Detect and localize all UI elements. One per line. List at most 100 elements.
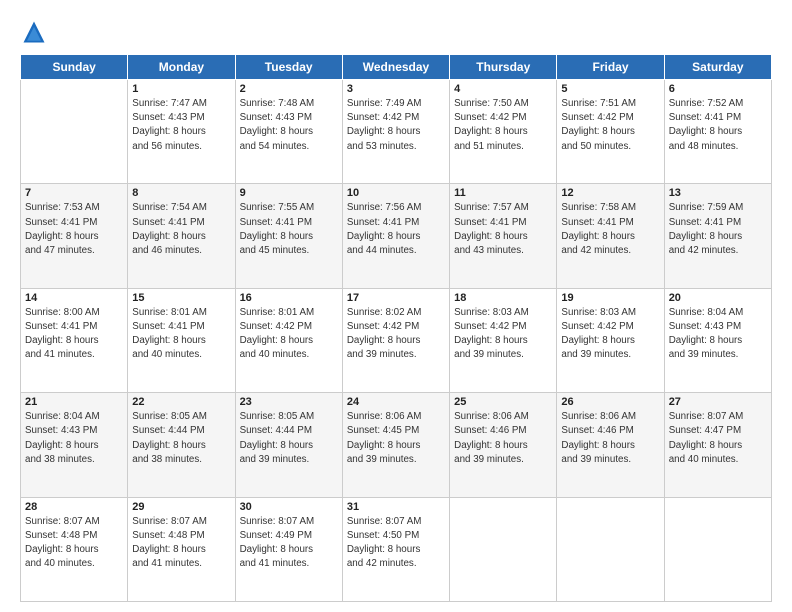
day-info: Sunrise: 8:02 AM Sunset: 4:42 PM Dayligh… — [347, 306, 445, 363]
calendar-day-cell: 20 Sunrise: 8:04 AM Sunset: 4:43 PM Dayli… — [664, 288, 771, 392]
page: SundayMondayTuesdayWednesdayThursdayFrid… — [0, 0, 792, 612]
day-info: Sunrise: 8:04 AM Sunset: 4:43 PM Dayligh… — [669, 306, 767, 363]
day-number: 23 — [240, 396, 338, 408]
day-info: Sunrise: 8:07 AM Sunset: 4:50 PM Dayligh… — [347, 515, 445, 572]
day-info: Sunrise: 7:52 AM Sunset: 4:41 PM Dayligh… — [669, 97, 767, 154]
calendar-day-cell: 18 Sunrise: 8:03 AM Sunset: 4:42 PM Dayli… — [450, 288, 557, 392]
calendar-table: SundayMondayTuesdayWednesdayThursdayFrid… — [20, 54, 772, 602]
day-number: 2 — [240, 83, 338, 95]
day-info: Sunrise: 7:57 AM Sunset: 4:41 PM Dayligh… — [454, 201, 552, 258]
calendar-day-cell: 7 Sunrise: 7:53 AM Sunset: 4:41 PM Daylig… — [21, 184, 128, 288]
calendar-day-cell: 8 Sunrise: 7:54 AM Sunset: 4:41 PM Daylig… — [128, 184, 235, 288]
day-of-week-header: Monday — [128, 55, 235, 80]
day-info: Sunrise: 8:07 AM Sunset: 4:48 PM Dayligh… — [132, 515, 230, 572]
day-of-week-header: Sunday — [21, 55, 128, 80]
calendar-day-cell: 9 Sunrise: 7:55 AM Sunset: 4:41 PM Daylig… — [235, 184, 342, 288]
day-info: Sunrise: 7:53 AM Sunset: 4:41 PM Dayligh… — [25, 201, 123, 258]
day-number: 10 — [347, 187, 445, 199]
day-number: 17 — [347, 292, 445, 304]
calendar-day-cell: 15 Sunrise: 8:01 AM Sunset: 4:41 PM Dayli… — [128, 288, 235, 392]
day-info: Sunrise: 8:05 AM Sunset: 4:44 PM Dayligh… — [240, 410, 338, 467]
day-info: Sunrise: 7:59 AM Sunset: 4:41 PM Dayligh… — [669, 201, 767, 258]
calendar-day-cell: 31Sunrise: 8:07 AM Sunset: 4:50 PM Dayli… — [342, 497, 449, 601]
day-number: 14 — [25, 292, 123, 304]
calendar-day-cell: 10Sunrise: 7:56 AM Sunset: 4:41 PM Dayli… — [342, 184, 449, 288]
calendar-day-cell: 19 Sunrise: 8:03 AM Sunset: 4:42 PM Dayli… — [557, 288, 664, 392]
day-number: 19 — [561, 292, 659, 304]
day-number: 18 — [454, 292, 552, 304]
calendar-day-cell: 17 Sunrise: 8:02 AM Sunset: 4:42 PM Dayli… — [342, 288, 449, 392]
day-number: 22 — [132, 396, 230, 408]
day-info: Sunrise: 8:04 AM Sunset: 4:43 PM Dayligh… — [25, 410, 123, 467]
day-info: Sunrise: 8:06 AM Sunset: 4:46 PM Dayligh… — [561, 410, 659, 467]
calendar-header-row: SundayMondayTuesdayWednesdayThursdayFrid… — [21, 55, 772, 80]
day-number: 8 — [132, 187, 230, 199]
day-info: Sunrise: 8:03 AM Sunset: 4:42 PM Dayligh… — [454, 306, 552, 363]
calendar-day-cell — [557, 497, 664, 601]
calendar-day-cell — [664, 497, 771, 601]
day-info: Sunrise: 8:06 AM Sunset: 4:45 PM Dayligh… — [347, 410, 445, 467]
day-number: 27 — [669, 396, 767, 408]
day-of-week-header: Saturday — [664, 55, 771, 80]
day-number: 24 — [347, 396, 445, 408]
logo — [20, 18, 52, 46]
day-number: 13 — [669, 187, 767, 199]
day-of-week-header: Thursday — [450, 55, 557, 80]
header — [20, 18, 772, 46]
calendar-day-cell: 16Sunrise: 8:01 AM Sunset: 4:42 PM Dayli… — [235, 288, 342, 392]
calendar-day-cell: 29 Sunrise: 8:07 AM Sunset: 4:48 PM Dayli… — [128, 497, 235, 601]
day-info: Sunrise: 8:06 AM Sunset: 4:46 PM Dayligh… — [454, 410, 552, 467]
day-of-week-header: Friday — [557, 55, 664, 80]
calendar-day-cell: 30 Sunrise: 8:07 AM Sunset: 4:49 PM Dayli… — [235, 497, 342, 601]
day-number: 9 — [240, 187, 338, 199]
day-info: Sunrise: 7:54 AM Sunset: 4:41 PM Dayligh… — [132, 201, 230, 258]
calendar-week-row: 28 Sunrise: 8:07 AM Sunset: 4:48 PM Dayli… — [21, 497, 772, 601]
calendar-day-cell: 21 Sunrise: 8:04 AM Sunset: 4:43 PM Dayli… — [21, 393, 128, 497]
day-number: 5 — [561, 83, 659, 95]
day-number: 11 — [454, 187, 552, 199]
day-number: 25 — [454, 396, 552, 408]
day-number: 6 — [669, 83, 767, 95]
calendar-day-cell: 23 Sunrise: 8:05 AM Sunset: 4:44 PM Dayli… — [235, 393, 342, 497]
day-info: Sunrise: 7:58 AM Sunset: 4:41 PM Dayligh… — [561, 201, 659, 258]
day-info: Sunrise: 7:51 AM Sunset: 4:42 PM Dayligh… — [561, 97, 659, 154]
day-number: 21 — [25, 396, 123, 408]
day-info: Sunrise: 7:49 AM Sunset: 4:42 PM Dayligh… — [347, 97, 445, 154]
day-info: Sunrise: 8:03 AM Sunset: 4:42 PM Dayligh… — [561, 306, 659, 363]
day-info: Sunrise: 8:07 AM Sunset: 4:49 PM Dayligh… — [240, 515, 338, 572]
day-info: Sunrise: 8:07 AM Sunset: 4:48 PM Dayligh… — [25, 515, 123, 572]
day-number: 12 — [561, 187, 659, 199]
calendar-day-cell: 25 Sunrise: 8:06 AM Sunset: 4:46 PM Dayli… — [450, 393, 557, 497]
day-number: 26 — [561, 396, 659, 408]
day-number: 28 — [25, 501, 123, 513]
day-number: 4 — [454, 83, 552, 95]
calendar-day-cell: 28 Sunrise: 8:07 AM Sunset: 4:48 PM Dayli… — [21, 497, 128, 601]
day-info: Sunrise: 7:55 AM Sunset: 4:41 PM Dayligh… — [240, 201, 338, 258]
calendar-week-row: 7 Sunrise: 7:53 AM Sunset: 4:41 PM Daylig… — [21, 184, 772, 288]
day-number: 20 — [669, 292, 767, 304]
calendar-day-cell: 1Sunrise: 7:47 AM Sunset: 4:43 PM Daylig… — [128, 80, 235, 184]
calendar-day-cell: 22 Sunrise: 8:05 AM Sunset: 4:44 PM Dayli… — [128, 393, 235, 497]
calendar-day-cell: 6 Sunrise: 7:52 AM Sunset: 4:41 PM Daylig… — [664, 80, 771, 184]
day-info: Sunrise: 8:05 AM Sunset: 4:44 PM Dayligh… — [132, 410, 230, 467]
day-info: Sunrise: 8:07 AM Sunset: 4:47 PM Dayligh… — [669, 410, 767, 467]
day-of-week-header: Tuesday — [235, 55, 342, 80]
calendar-week-row: 21 Sunrise: 8:04 AM Sunset: 4:43 PM Dayli… — [21, 393, 772, 497]
calendar-day-cell: 14Sunrise: 8:00 AM Sunset: 4:41 PM Dayli… — [21, 288, 128, 392]
day-info: Sunrise: 7:48 AM Sunset: 4:43 PM Dayligh… — [240, 97, 338, 154]
calendar-day-cell: 27 Sunrise: 8:07 AM Sunset: 4:47 PM Dayli… — [664, 393, 771, 497]
day-number: 3 — [347, 83, 445, 95]
calendar-day-cell — [450, 497, 557, 601]
day-info: Sunrise: 8:01 AM Sunset: 4:41 PM Dayligh… — [132, 306, 230, 363]
day-number: 7 — [25, 187, 123, 199]
day-number: 29 — [132, 501, 230, 513]
calendar-day-cell — [21, 80, 128, 184]
calendar-week-row: 1Sunrise: 7:47 AM Sunset: 4:43 PM Daylig… — [21, 80, 772, 184]
day-of-week-header: Wednesday — [342, 55, 449, 80]
day-number: 15 — [132, 292, 230, 304]
day-info: Sunrise: 7:47 AM Sunset: 4:43 PM Dayligh… — [132, 97, 230, 154]
calendar-day-cell: 5 Sunrise: 7:51 AM Sunset: 4:42 PM Daylig… — [557, 80, 664, 184]
day-number: 30 — [240, 501, 338, 513]
day-number: 16 — [240, 292, 338, 304]
calendar-day-cell: 24 Sunrise: 8:06 AM Sunset: 4:45 PM Dayli… — [342, 393, 449, 497]
